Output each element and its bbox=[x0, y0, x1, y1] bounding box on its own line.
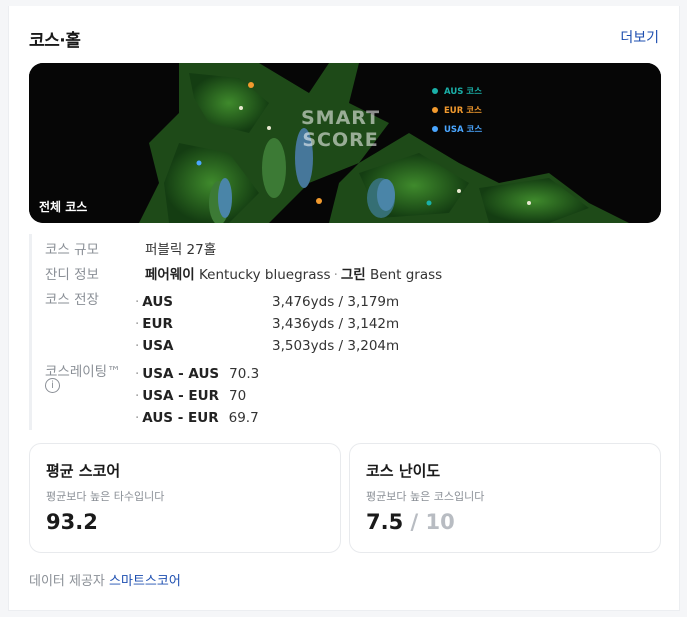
length-label: 코스 전장 bbox=[45, 292, 99, 308]
grass-row: 잔디 정보 페어웨이 Kentucky bluegrass · 그린 Bent gr… bbox=[45, 263, 442, 283]
info-icon[interactable]: i bbox=[45, 378, 60, 393]
avg-score-title: 평균 스코어 bbox=[46, 462, 121, 480]
legend-item-usa: USA 코스 bbox=[432, 119, 482, 138]
avg-score-card: 평균 스코어 평균보다 높은 타수입니다 93.2 bbox=[29, 443, 341, 553]
smartscore-watermark: SMART SCORE bbox=[301, 107, 381, 151]
difficulty-card: 코스 난이도 평균보다 높은 코스입니다 7.5 / 10 bbox=[349, 443, 661, 553]
grass-label: 잔디 정보 bbox=[45, 267, 99, 283]
length-item: · AUS 3,476yds / 3,179m bbox=[135, 294, 400, 310]
rating-item: · USA - EUR 70 bbox=[135, 388, 247, 404]
grass-value: 페어웨이 Kentucky bluegrass · 그린 Bent grass bbox=[145, 267, 443, 283]
map-label: 전체 코스 bbox=[39, 200, 88, 214]
course-map[interactable]: SMART SCORE AUS 코스 EUR 코스 USA 코스 전체 코스 bbox=[29, 63, 661, 223]
provider-link[interactable]: 스마트스코어 bbox=[109, 574, 181, 589]
length-label-row: 코스 전장 bbox=[45, 288, 99, 308]
map-legend: AUS 코스 EUR 코스 USA 코스 bbox=[432, 81, 482, 138]
course-info: 코스 규모 퍼블릭 27홀 잔디 정보 페어웨이 Kentucky bluegr… bbox=[29, 234, 661, 430]
avg-score-desc: 평균보다 높은 타수입니다 bbox=[46, 490, 165, 503]
difficulty-value: 7.5 / 10 bbox=[366, 510, 455, 534]
more-link[interactable]: 더보기 bbox=[620, 27, 659, 47]
rating-item: · USA - AUS 70.3 bbox=[135, 366, 260, 382]
avg-score-value: 93.2 bbox=[46, 510, 98, 534]
rating-label-row: 코스레이팅™ bbox=[45, 360, 121, 380]
difficulty-title: 코스 난이도 bbox=[366, 462, 441, 480]
difficulty-desc: 평균보다 높은 코스입니다 bbox=[366, 490, 485, 503]
legend-dot bbox=[432, 106, 438, 113]
section-title: 코스·홀 bbox=[29, 31, 81, 51]
scale-label: 코스 규모 bbox=[45, 242, 99, 258]
legend-dot bbox=[432, 125, 438, 132]
scale-value: 퍼블릭 27홀 bbox=[145, 242, 217, 258]
legend-dot bbox=[432, 87, 438, 94]
data-provider: 데이터 제공자 스마트스코어 bbox=[29, 574, 181, 589]
legend-item-eur: EUR 코스 bbox=[432, 100, 482, 119]
card-header: 코스·홀 더보기 bbox=[29, 26, 659, 51]
length-item: · USA 3,503yds / 3,204m bbox=[135, 338, 400, 354]
length-item: · EUR 3,436yds / 3,142m bbox=[135, 316, 400, 332]
legend-item-aus: AUS 코스 bbox=[432, 81, 482, 100]
rating-label: 코스레이팅™ bbox=[45, 364, 121, 380]
rating-item: · AUS - EUR 69.7 bbox=[135, 410, 259, 426]
scale-row: 코스 규모 퍼블릭 27홀 bbox=[45, 238, 216, 258]
course-card: 코스·홀 더보기 SMART SCORE AUS 코스 EUR 코스 USA 코… bbox=[8, 6, 680, 611]
